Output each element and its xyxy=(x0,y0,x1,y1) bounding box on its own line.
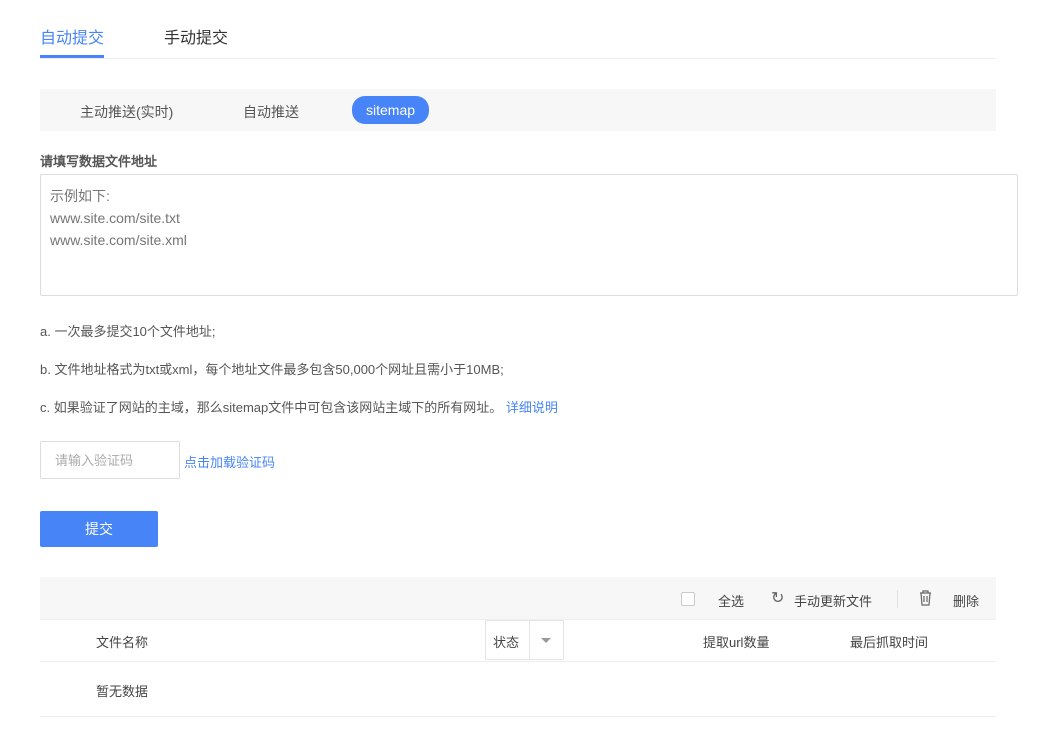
submit-button[interactable]: 提交 xyxy=(40,511,158,547)
details-link[interactable]: 详细说明 xyxy=(506,400,558,415)
tab-auto-submit[interactable]: 自动提交 xyxy=(40,24,104,48)
header-url-count: 提取url数量 xyxy=(703,635,770,650)
note-c: c. 如果验证了网站的主域，那么sitemap文件中可包含该网站主域下的所有网址… xyxy=(40,397,558,416)
chevron-down-icon[interactable] xyxy=(541,638,551,643)
sitemap-url-textarea[interactable] xyxy=(40,174,1018,296)
note-b: b. 文件地址格式为txt或xml，每个地址文件最多包含50,000个网址且需小… xyxy=(40,362,504,377)
sub-tab-active-push[interactable]: 主动推送(实时) xyxy=(80,99,173,125)
toolbar-separator xyxy=(897,590,898,608)
header-status[interactable]: 状态 xyxy=(493,632,519,651)
row-divider xyxy=(40,716,996,717)
sub-tab-bar xyxy=(40,89,996,131)
sub-tab-sitemap[interactable]: sitemap xyxy=(352,96,430,124)
note-a: a. 一次最多提交10个文件地址; xyxy=(40,324,216,339)
captcha-input[interactable] xyxy=(40,441,180,479)
trash-icon[interactable] xyxy=(919,590,932,609)
header-last-crawl-time: 最后抓取时间 xyxy=(850,635,929,650)
select-all-label[interactable]: 全选 xyxy=(718,591,744,610)
tab-manual-submit[interactable]: 手动提交 xyxy=(164,24,228,48)
dropdown-divider xyxy=(529,621,530,660)
note-c-text: c. 如果验证了网站的主域，那么sitemap文件中可包含该网站主域下的所有网址… xyxy=(40,400,503,415)
form-label: 请填写数据文件地址 xyxy=(40,154,158,169)
header-divider xyxy=(40,661,996,662)
refresh-files-button[interactable]: 手动更新文件 xyxy=(794,591,872,610)
sub-tab-auto-push[interactable]: 自动推送 xyxy=(243,99,299,125)
tab-divider xyxy=(40,58,996,59)
refresh-icon[interactable]: ↻ xyxy=(771,588,784,608)
select-all-checkbox[interactable] xyxy=(681,592,695,606)
load-captcha-link[interactable]: 点击加载验证码 xyxy=(184,452,275,471)
delete-button[interactable]: 删除 xyxy=(953,591,979,610)
empty-state: 暂无数据 xyxy=(96,684,149,699)
header-file-name: 文件名称 xyxy=(96,635,149,650)
